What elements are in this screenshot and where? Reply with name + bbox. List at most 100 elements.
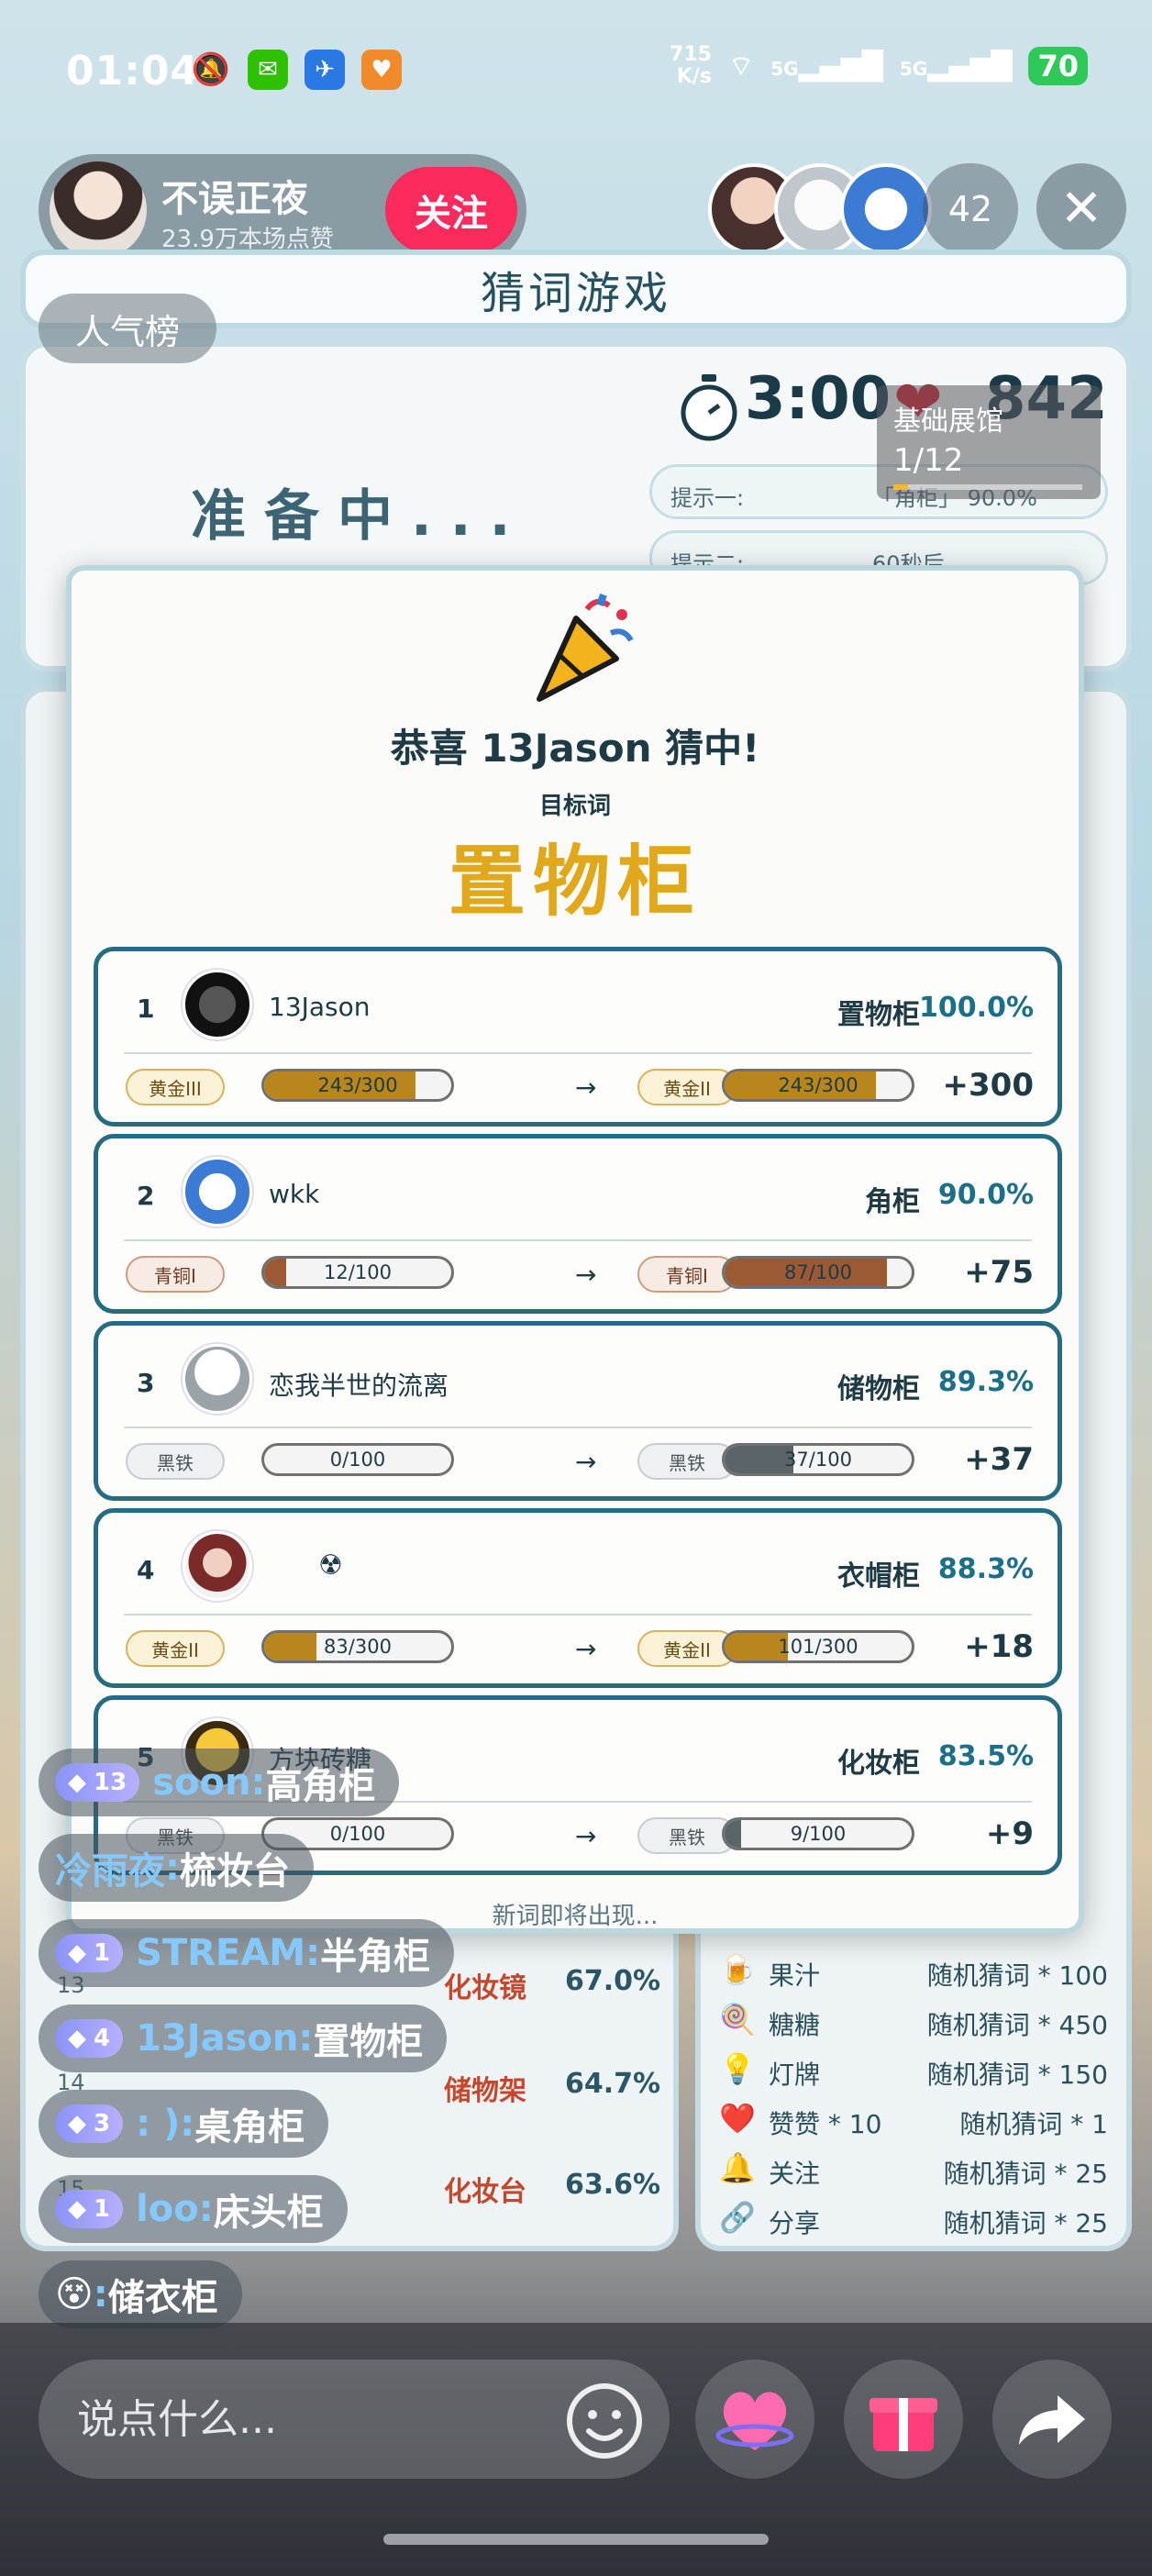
gift-name: 灯牌 xyxy=(769,2060,821,2090)
points-gain: +75 xyxy=(964,1254,1034,1291)
level-badge: ◆ 13 xyxy=(55,1763,140,1802)
avatar xyxy=(183,1157,252,1227)
close-icon[interactable]: ✕ xyxy=(1036,163,1126,253)
progress-text: 37/100 xyxy=(784,1449,852,1471)
comment[interactable]: ◆ 4 13Jason: 置物柜 xyxy=(39,2004,448,2072)
comment-user[interactable]: soon xyxy=(152,1761,250,1804)
comment-text: 半角柜 xyxy=(320,1936,431,1978)
progress-text: 243/300 xyxy=(317,1074,398,1096)
rank-card: 2 wkk 角柜 90.0% 青铜I 12/100 → 青铜I 87/100 +… xyxy=(94,1134,1062,1314)
radiation-icon: ☢ xyxy=(318,1549,343,1582)
bulb-icon: 💡 xyxy=(719,2051,756,2086)
streamer-name: 不误正夜 xyxy=(161,178,308,220)
level-number: 3 xyxy=(94,2110,111,2137)
progress-to: 37/100 xyxy=(722,1443,914,1476)
arrow-right-icon: → xyxy=(575,1634,597,1664)
popularity-chip[interactable]: 人气榜 xyxy=(39,294,216,363)
museum-progress-fill xyxy=(893,484,909,490)
progress-text: 243/300 xyxy=(778,1074,858,1096)
progress-text: 87/100 xyxy=(784,1261,852,1283)
gift-name: 果汁 xyxy=(769,1960,821,1991)
heart-icon xyxy=(715,2392,794,2450)
progress-text: 101/300 xyxy=(778,1636,858,1658)
level-badge: ◆ 3 xyxy=(55,2104,124,2143)
share-button[interactable] xyxy=(992,2359,1112,2479)
rank-card: 4 ☢ 衣帽柜 88.3% 黄金II 83/300 → 黄金II 101/300… xyxy=(94,1508,1062,1688)
comment-user[interactable]: 😵 xyxy=(55,2273,94,2315)
mute-icon: 🔕 xyxy=(191,51,231,88)
gift-row: 💡 灯牌 随机猜词 * 150 xyxy=(719,2049,1108,2095)
comment-text: 梳妆台 xyxy=(180,1850,290,1893)
level-badge: ◆ 1 xyxy=(55,2190,124,2228)
game-status: 准备中... xyxy=(191,484,529,549)
comment-user[interactable]: : ) xyxy=(136,2103,180,2145)
viewer-avatars[interactable] xyxy=(708,163,932,255)
comment[interactable]: ◆ 13 soon: 高角柜 xyxy=(39,1749,400,1816)
progress-from: 12/100 xyxy=(261,1256,454,1289)
avatar xyxy=(183,1344,252,1414)
tier-from-badge: 青铜I xyxy=(126,1256,225,1293)
gift-effect: 随机猜词 * 25 xyxy=(943,2159,1108,2189)
gift-name: 赞赞 * 10 xyxy=(769,2109,882,2139)
museum-progress xyxy=(893,484,1082,490)
museum-title: 基础展馆 xyxy=(893,405,1003,438)
colon: : xyxy=(298,2017,314,2060)
comment-text: 桌角柜 xyxy=(194,2106,305,2149)
gift-name: 分享 xyxy=(769,2208,821,2238)
points-gain: +18 xyxy=(964,1628,1034,1665)
comment[interactable]: 冷雨夜: 梳妆台 xyxy=(39,1834,314,1902)
museum-count: 1/12 xyxy=(893,442,964,479)
like-heart-button[interactable] xyxy=(695,2359,814,2479)
comment-user[interactable]: STREAM xyxy=(136,1932,305,1974)
guess-pct: 83.5% xyxy=(937,1740,1034,1772)
status-bar: 01:04 🔕 ✉ ✈ ♥ 715 K/s ⌔ 5G▂▄▆█ 5G▂▄▆█ 70 xyxy=(0,0,1152,147)
share-icon: 🔗 xyxy=(719,2200,756,2235)
streamer-avatar[interactable] xyxy=(50,161,147,259)
progress-to: 243/300 xyxy=(722,1069,914,1102)
gift-name: 糖糖 xyxy=(769,2010,821,2040)
progress-from: 0/100 xyxy=(261,1443,454,1476)
viewer-count[interactable]: 42 xyxy=(923,163,1018,255)
comment[interactable]: ◆ 1 loo: 床头柜 xyxy=(39,2175,348,2243)
guess-pct: 89.3% xyxy=(937,1366,1034,1398)
signal-5g-1: 5G▂▄▆█ xyxy=(770,50,883,83)
gift-row: ❤️ 赞赞 * 10 随机猜词 * 1 xyxy=(719,2099,1108,2145)
progress-text: 12/100 xyxy=(324,1261,392,1283)
rank-number: 4 xyxy=(137,1555,155,1585)
emoji-icon[interactable] xyxy=(563,2380,646,2462)
progress-to: 9/100 xyxy=(722,1817,914,1850)
gift-row: 🍭 糖糖 随机猜词 * 450 xyxy=(719,2000,1108,2046)
follow-button[interactable]: 关注 xyxy=(385,167,517,253)
gift-button[interactable] xyxy=(844,2359,963,2479)
comment[interactable]: ◆ 1 STREAM: 半角柜 xyxy=(39,1919,455,1987)
arrow-right-icon: → xyxy=(575,1072,597,1103)
comment-user[interactable]: 13Jason xyxy=(136,2017,298,2060)
party-popper-icon xyxy=(537,593,634,702)
comment[interactable]: 😵: 储衣柜 xyxy=(39,2260,242,2328)
guess-word: 储物柜 xyxy=(837,1373,920,1405)
points-gain: +300 xyxy=(942,1067,1034,1104)
guess-word: 衣帽柜 xyxy=(837,1560,920,1593)
museum-badge[interactable]: 基础展馆 1/12 xyxy=(877,385,1101,499)
wechat-icon: ✉ xyxy=(248,50,288,90)
gift-row: 🔔 关注 随机猜词 * 25 xyxy=(719,2149,1108,2194)
points-gain: +9 xyxy=(985,1815,1034,1852)
gift-effect: 随机猜词 * 25 xyxy=(943,2208,1108,2238)
gift-row: 🔗 分享 随机猜词 * 25 xyxy=(719,2198,1108,2244)
home-indicator[interactable] xyxy=(383,2534,769,2545)
tier-from-badge: 黄金II xyxy=(126,1630,225,1667)
level-number: 1 xyxy=(94,2195,111,2223)
arrow-right-icon: → xyxy=(575,1447,597,1477)
comment-user[interactable]: loo xyxy=(136,2188,199,2230)
player-name: wkk xyxy=(269,1179,320,1209)
viewer-avatar[interactable] xyxy=(840,163,932,255)
progress-text: 83/300 xyxy=(324,1636,392,1658)
gift-name: 关注 xyxy=(769,2159,821,2189)
colon: : xyxy=(250,1761,266,1804)
net-speed-value: 715 xyxy=(670,43,712,66)
comment-text: 床头柜 xyxy=(213,2192,324,2234)
comment-user[interactable]: 冷雨夜 xyxy=(55,1841,165,1894)
comment[interactable]: ◆ 3 : ): 桌角柜 xyxy=(39,2090,329,2158)
comment-text: 高角柜 xyxy=(265,1765,376,1807)
arrow-right-icon: → xyxy=(575,1260,597,1290)
